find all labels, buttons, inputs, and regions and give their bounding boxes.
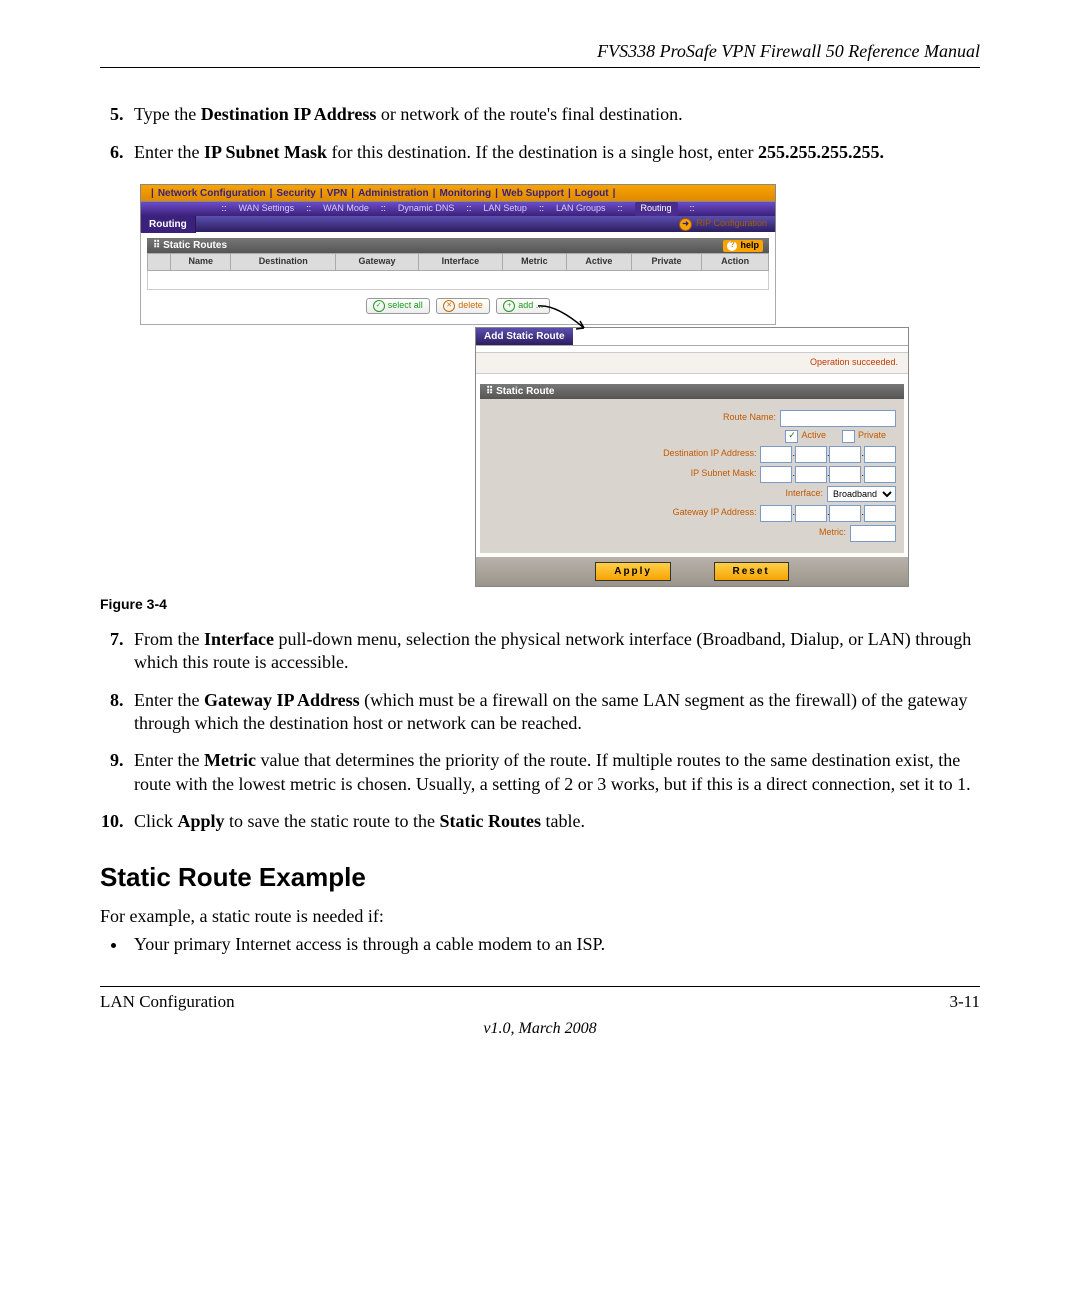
gw-3[interactable] (829, 505, 861, 522)
nav-vpn[interactable]: VPN (327, 187, 348, 200)
subnet-3[interactable] (829, 466, 861, 483)
check-icon: ✓ (373, 300, 385, 312)
subnet-2[interactable] (795, 466, 827, 483)
col-private: Private (631, 254, 701, 271)
destip-1[interactable] (760, 446, 792, 463)
gw-4[interactable] (864, 505, 896, 522)
apply-button[interactable]: Apply (595, 562, 671, 581)
destip-2[interactable] (795, 446, 827, 463)
footer-right: 3-11 (949, 991, 980, 1013)
route-name-label: Route Name: (723, 412, 776, 424)
selectall-button[interactable]: ✓select all (366, 298, 430, 314)
nav-support[interactable]: Web Support (502, 187, 564, 200)
footer-version: v1.0, March 2008 (100, 1019, 980, 1040)
step-10: Click Apply to save the static route to … (128, 810, 980, 833)
gw-1[interactable] (760, 505, 792, 522)
route-name-input[interactable] (780, 410, 896, 427)
page-footer: LAN Configuration 3-11 (100, 986, 980, 1013)
step-8: Enter the Gateway IP Address (which must… (128, 689, 980, 736)
status-message: Operation succeeded. (476, 352, 908, 374)
destip-label: Destination IP Address: (663, 448, 756, 460)
nav-logout[interactable]: Logout (575, 187, 609, 200)
help-icon: ? (727, 241, 737, 251)
active-label: Active (801, 430, 826, 442)
col-active: Active (566, 254, 631, 271)
x-icon: ✕ (443, 300, 455, 312)
main-nav: | Network Configuration| Security| VPN| … (140, 184, 776, 202)
plus-icon: + (503, 300, 515, 312)
steps-list: Type the Destination IP Address or netwo… (100, 103, 980, 164)
sub-wanmode[interactable]: WAN Mode (323, 203, 369, 215)
bullet-1: Your primary Internet access is through … (128, 933, 980, 956)
nav-security[interactable]: Security (276, 187, 315, 200)
figure-screenshot: | Network Configuration| Security| VPN| … (140, 184, 980, 586)
sub-langroups[interactable]: LAN Groups (556, 203, 606, 215)
col-interface: Interface (419, 254, 503, 271)
arrow-icon: ➜ (679, 218, 692, 231)
steps-list-2: From the Interface pull-down menu, selec… (100, 628, 980, 834)
section-heading: Static Route Example (100, 861, 980, 895)
nav-monitor[interactable]: Monitoring (439, 187, 491, 200)
routes-table: Name Destination Gateway Interface Metri… (147, 253, 769, 290)
callout-arrow (536, 304, 591, 334)
step-7: From the Interface pull-down menu, selec… (128, 628, 980, 675)
footer-left: LAN Configuration (100, 991, 235, 1013)
sub-dns[interactable]: Dynamic DNS (398, 203, 455, 215)
metric-input[interactable] (850, 525, 896, 542)
col-action: Action (702, 254, 769, 271)
step-5: Type the Destination IP Address or netwo… (128, 103, 980, 126)
popup-section-header: ⠿ Static Route (480, 384, 904, 399)
col-gateway: Gateway (336, 254, 419, 271)
nav-admin[interactable]: Administration (358, 187, 429, 200)
subnet-4[interactable] (864, 466, 896, 483)
doc-header: FVS338 ProSafe VPN Firewall 50 Reference… (100, 40, 980, 68)
sub-lansetup[interactable]: LAN Setup (483, 203, 527, 215)
paragraph: For example, a static route is needed if… (100, 905, 980, 928)
step-6: Enter the IP Subnet Mask for this destin… (128, 141, 980, 164)
destip-4[interactable] (864, 446, 896, 463)
routing-tab[interactable]: Routing (141, 216, 196, 233)
rip-link[interactable]: ➜ RIP Configuration (679, 218, 775, 231)
sub-routing[interactable]: Routing (635, 202, 678, 216)
interface-select[interactable]: Broadband (827, 486, 896, 502)
reset-button[interactable]: Reset (714, 562, 789, 581)
add-route-popup: Add Static Route Operation succeeded. ⠿ … (475, 327, 909, 587)
step-9: Enter the Metric value that determines t… (128, 749, 980, 796)
private-label: Private (858, 430, 886, 442)
col-metric: Metric (502, 254, 566, 271)
metric-label: Metric: (819, 527, 846, 539)
gateway-label: Gateway IP Address: (673, 507, 757, 519)
gw-2[interactable] (795, 505, 827, 522)
help-button[interactable]: ?help (723, 240, 763, 252)
sub-nav: ::WAN Settings ::WAN Mode ::Dynamic DNS … (140, 202, 776, 216)
interface-label: Interface: (785, 488, 823, 500)
active-checkbox[interactable]: ✓ (785, 430, 798, 443)
static-routes-header: ⠿ Static Routes ?help (147, 238, 769, 253)
col-dest: Destination (231, 254, 336, 271)
tab-row: Routing ➜ RIP Configuration (140, 216, 776, 232)
sub-wansettings[interactable]: WAN Settings (238, 203, 294, 215)
delete-button[interactable]: ✕delete (436, 298, 490, 314)
subnet-label: IP Subnet Mask: (691, 468, 757, 480)
subnet-1[interactable] (760, 466, 792, 483)
private-checkbox[interactable] (842, 430, 855, 443)
col-name: Name (171, 254, 231, 271)
nav-network[interactable]: Network Configuration (158, 187, 266, 200)
destip-3[interactable] (829, 446, 861, 463)
bullet-list: Your primary Internet access is through … (100, 933, 980, 956)
figure-caption: Figure 3-4 (100, 595, 980, 613)
